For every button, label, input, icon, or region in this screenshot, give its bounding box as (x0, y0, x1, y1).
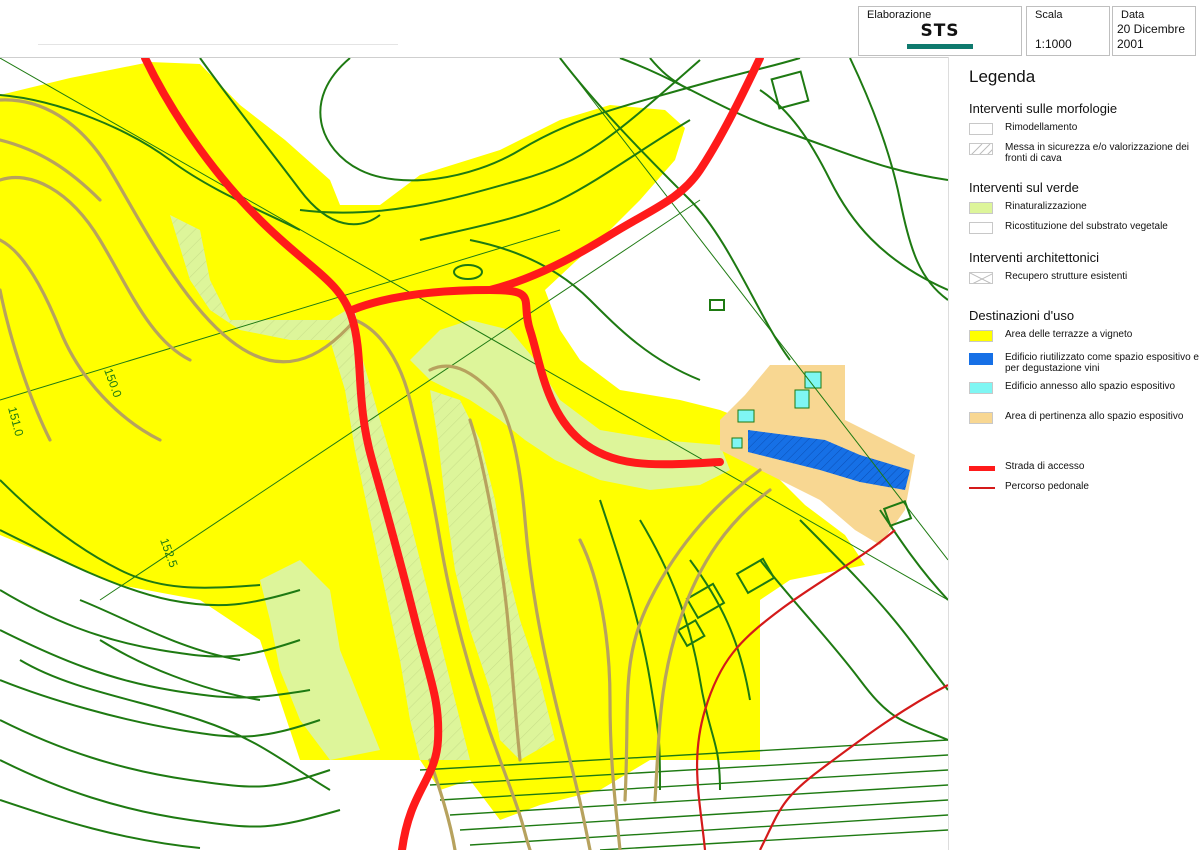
data-value-line1: 20 Dicembre (1117, 22, 1186, 36)
swatch-percorso (969, 487, 995, 489)
legend-title: Legenda (969, 67, 1036, 86)
header-rule (38, 44, 398, 45)
section-morfologie: Interventi sulle morfologie (969, 101, 1118, 116)
legend-label: Area delle terrazze a vigneto (1005, 329, 1133, 340)
swatch-strada (969, 466, 995, 471)
data-box: Data 20 Dicembre 2001 (1112, 6, 1196, 56)
legend-label: Rimodellamento (1005, 122, 1078, 133)
annex-building-3 (737, 409, 755, 423)
swatch-edificio-espositivo (969, 353, 993, 365)
data-value-line2: 2001 (1117, 37, 1144, 51)
swatch-rimodellamento (969, 123, 993, 135)
annex-building-4 (731, 437, 743, 449)
swatch-vigneto (969, 330, 993, 342)
legend-label: Messa in sicurezza e/o valorizzazione de… (1005, 142, 1189, 164)
legend-label: Rinaturalizzazione (1005, 201, 1087, 212)
annex-building-2 (794, 389, 810, 409)
scala-box: Scala 1:1000 (1026, 6, 1110, 56)
logo-text: STS (920, 21, 960, 41)
legend-label: Edificio riutilizzato come spazio esposi… (1005, 352, 1199, 374)
section-architettonici: Interventi architettonici (969, 250, 1100, 265)
swatch-rinaturalizzazione (969, 202, 993, 214)
swatch-edificio-annesso (969, 382, 993, 394)
legend-label: Edificio annesso allo spazio espositivo (1005, 381, 1176, 392)
swatch-pertinenza (969, 412, 993, 424)
swatch-hatch (969, 143, 993, 155)
data-label: Data (1121, 9, 1145, 21)
legend-label: Strada di accesso (1005, 461, 1085, 472)
section-destinazioni: Destinazioni d'uso (969, 308, 1075, 323)
elaborazione-box: Elaborazione STS (858, 6, 1022, 56)
legend-panel: Legenda Interventi sulle morfologie Rimo… (948, 57, 1200, 850)
legend-label: Ricostituzione del substrato vegetale (1005, 221, 1168, 232)
sts-logo: STS (907, 21, 973, 49)
swatch-substrato (969, 222, 993, 234)
section-verde: Interventi sul verde (969, 180, 1079, 195)
title-block: Elaborazione STS Scala 1:1000 Data 20 Di… (0, 0, 1200, 58)
scala-value: 1:1000 (1035, 37, 1072, 51)
legend-label: Area di pertinenza allo spazio espositiv… (1005, 411, 1184, 422)
legend-label: Recupero strutture esistenti (1005, 271, 1128, 282)
scala-label: Scala (1035, 9, 1063, 21)
map-canvas[interactable]: 151.0 150.0 152.5 (0, 0, 948, 850)
legend-label: Percorso pedonale (1005, 481, 1089, 492)
elaborazione-label: Elaborazione (867, 9, 932, 21)
swatch-cross (969, 272, 993, 284)
